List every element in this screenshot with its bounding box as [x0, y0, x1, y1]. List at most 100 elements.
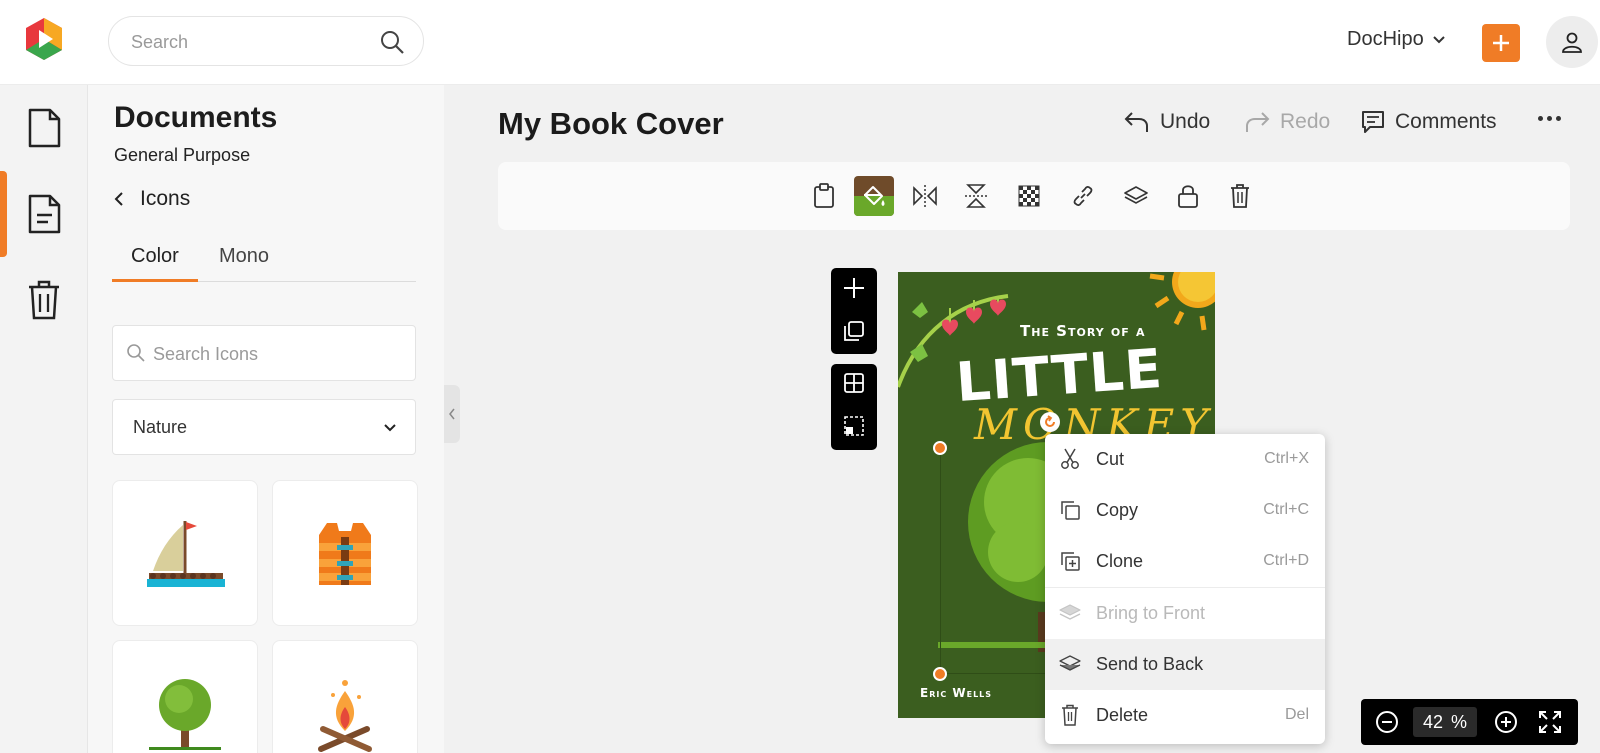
- menu-item-cut[interactable]: Cut Ctrl+X: [1045, 434, 1325, 485]
- trash-icon: [1059, 704, 1081, 726]
- clipboard-icon: [814, 183, 834, 208]
- back-label: Icons: [140, 187, 191, 210]
- rail-item-documents[interactable]: [0, 85, 88, 171]
- grid-button[interactable]: [843, 372, 865, 399]
- undo-button[interactable]: Undo: [1124, 110, 1210, 134]
- send-back-icon: [1059, 653, 1081, 675]
- paint-bucket-icon: [864, 186, 885, 206]
- menu-item-label: Send to Back: [1096, 654, 1204, 674]
- category-select[interactable]: Nature: [112, 399, 416, 455]
- zoom-in-button[interactable]: [1492, 708, 1520, 736]
- transparency-button[interactable]: [1009, 176, 1049, 216]
- zoom-control: 42 %: [1361, 699, 1578, 745]
- menu-item-send-to-back[interactable]: Send to Back: [1045, 639, 1325, 690]
- cover-author[interactable]: Eric Wells: [920, 686, 992, 700]
- add-page-button[interactable]: [842, 276, 866, 305]
- menu-item-clone[interactable]: Clone Ctrl+D: [1045, 536, 1325, 587]
- icon-tile-tree[interactable]: [112, 640, 258, 753]
- grid-icon: [844, 373, 864, 393]
- trash-icon: [29, 280, 59, 320]
- life-vest-icon: [319, 523, 371, 585]
- fill-color-button[interactable]: [854, 176, 894, 216]
- scissors-icon: [1059, 448, 1081, 470]
- delete-element-button[interactable]: [1220, 176, 1260, 216]
- icon-search-input[interactable]: [153, 341, 393, 367]
- menu-item-copy[interactable]: Copy Ctrl+C: [1045, 485, 1325, 536]
- element-toolbar: [498, 162, 1570, 230]
- grid-tools: [831, 364, 877, 450]
- menu-item-shortcut: Ctrl+D: [1263, 552, 1309, 569]
- menu-item-shortcut: Ctrl+C: [1263, 501, 1309, 518]
- duplicate-page-button[interactable]: [843, 320, 865, 347]
- menu-item-bring-to-front[interactable]: Bring to Front: [1045, 588, 1325, 639]
- back-to-icons-button[interactable]: Icons: [114, 187, 190, 211]
- create-new-button[interactable]: [1482, 24, 1520, 62]
- icon-tile-life-vest[interactable]: [272, 480, 418, 626]
- resize-handle-top-left[interactable]: [933, 441, 947, 455]
- add-page-tools: [831, 268, 877, 354]
- rail-item-text-documents[interactable]: [0, 171, 88, 257]
- undo-label: Undo: [1160, 110, 1211, 133]
- select-area-button[interactable]: [843, 415, 865, 442]
- left-rail: [0, 85, 88, 753]
- rail-item-trash[interactable]: [0, 257, 88, 343]
- icon-tile-campfire[interactable]: [272, 640, 418, 753]
- search-icon[interactable]: [379, 29, 405, 55]
- layers-button[interactable]: [1116, 176, 1156, 216]
- menu-item-label: Bring to Front: [1096, 603, 1206, 623]
- sailboat-icon: [147, 521, 225, 587]
- bring-front-icon: [1059, 602, 1081, 624]
- tab-mono[interactable]: Mono: [219, 245, 269, 282]
- more-options-icon[interactable]: [1538, 116, 1561, 121]
- icon-style-tabs: Color Mono: [112, 245, 416, 282]
- flip-horizontal-button[interactable]: [905, 176, 945, 216]
- rotate-handle[interactable]: [1040, 412, 1060, 432]
- zoom-level[interactable]: 42 %: [1413, 707, 1477, 737]
- link-button[interactable]: [1063, 176, 1103, 216]
- link-icon: [1073, 186, 1093, 206]
- menu-item-label: Cut: [1096, 449, 1125, 469]
- icon-tile-sailboat[interactable]: [112, 480, 258, 626]
- sun-icon: [1149, 272, 1215, 331]
- fullscreen-icon: [1539, 711, 1561, 733]
- text-document-icon: [28, 194, 61, 234]
- resize-handle-bottom-left[interactable]: [933, 667, 947, 681]
- flip-vertical-icon: [965, 184, 987, 208]
- workspace-name: DocHipo: [1347, 28, 1424, 50]
- tab-color[interactable]: Color: [112, 245, 198, 282]
- plus-circle-icon: [1495, 711, 1517, 733]
- user-avatar-button[interactable]: [1546, 16, 1598, 68]
- flip-horizontal-icon: [913, 185, 937, 207]
- zoom-value: 42: [1422, 711, 1443, 732]
- lock-button[interactable]: [1168, 176, 1208, 216]
- redo-button[interactable]: Redo: [1244, 110, 1330, 134]
- menu-item-label: Clone: [1096, 551, 1144, 571]
- paste-style-button[interactable]: [804, 176, 844, 216]
- search-icon: [126, 343, 146, 368]
- search-input[interactable]: [131, 29, 371, 55]
- trash-icon: [1231, 184, 1249, 208]
- collapse-panel-button[interactable]: [444, 385, 460, 443]
- dochipo-logo[interactable]: [22, 16, 66, 62]
- menu-item-delete[interactable]: Delete Del: [1045, 690, 1325, 741]
- menu-item-shortcut: Del: [1284, 706, 1309, 723]
- zoom-out-button[interactable]: [1373, 708, 1401, 736]
- user-icon: [1562, 32, 1582, 53]
- category-value: Nature: [133, 417, 188, 437]
- copy-icon: [1059, 499, 1081, 521]
- global-search: [108, 16, 424, 66]
- comments-label: Comments: [1395, 110, 1497, 133]
- fullscreen-button[interactable]: [1536, 708, 1564, 736]
- layers-icon: [1124, 186, 1148, 204]
- flip-vertical-button[interactable]: [956, 176, 996, 216]
- cover-subtitle[interactable]: The Story of a: [1020, 322, 1146, 340]
- document-title[interactable]: My Book Cover: [498, 106, 724, 142]
- top-bar: DocHipo: [0, 0, 1600, 85]
- workspace-dropdown[interactable]: DocHipo: [1347, 28, 1446, 51]
- document-icon: [28, 108, 61, 148]
- plus-icon: [844, 277, 864, 298]
- menu-item-label: Delete: [1096, 705, 1149, 725]
- lock-icon: [1178, 185, 1198, 208]
- chevron-down-icon: [383, 420, 397, 438]
- comments-button[interactable]: Comments: [1361, 110, 1497, 134]
